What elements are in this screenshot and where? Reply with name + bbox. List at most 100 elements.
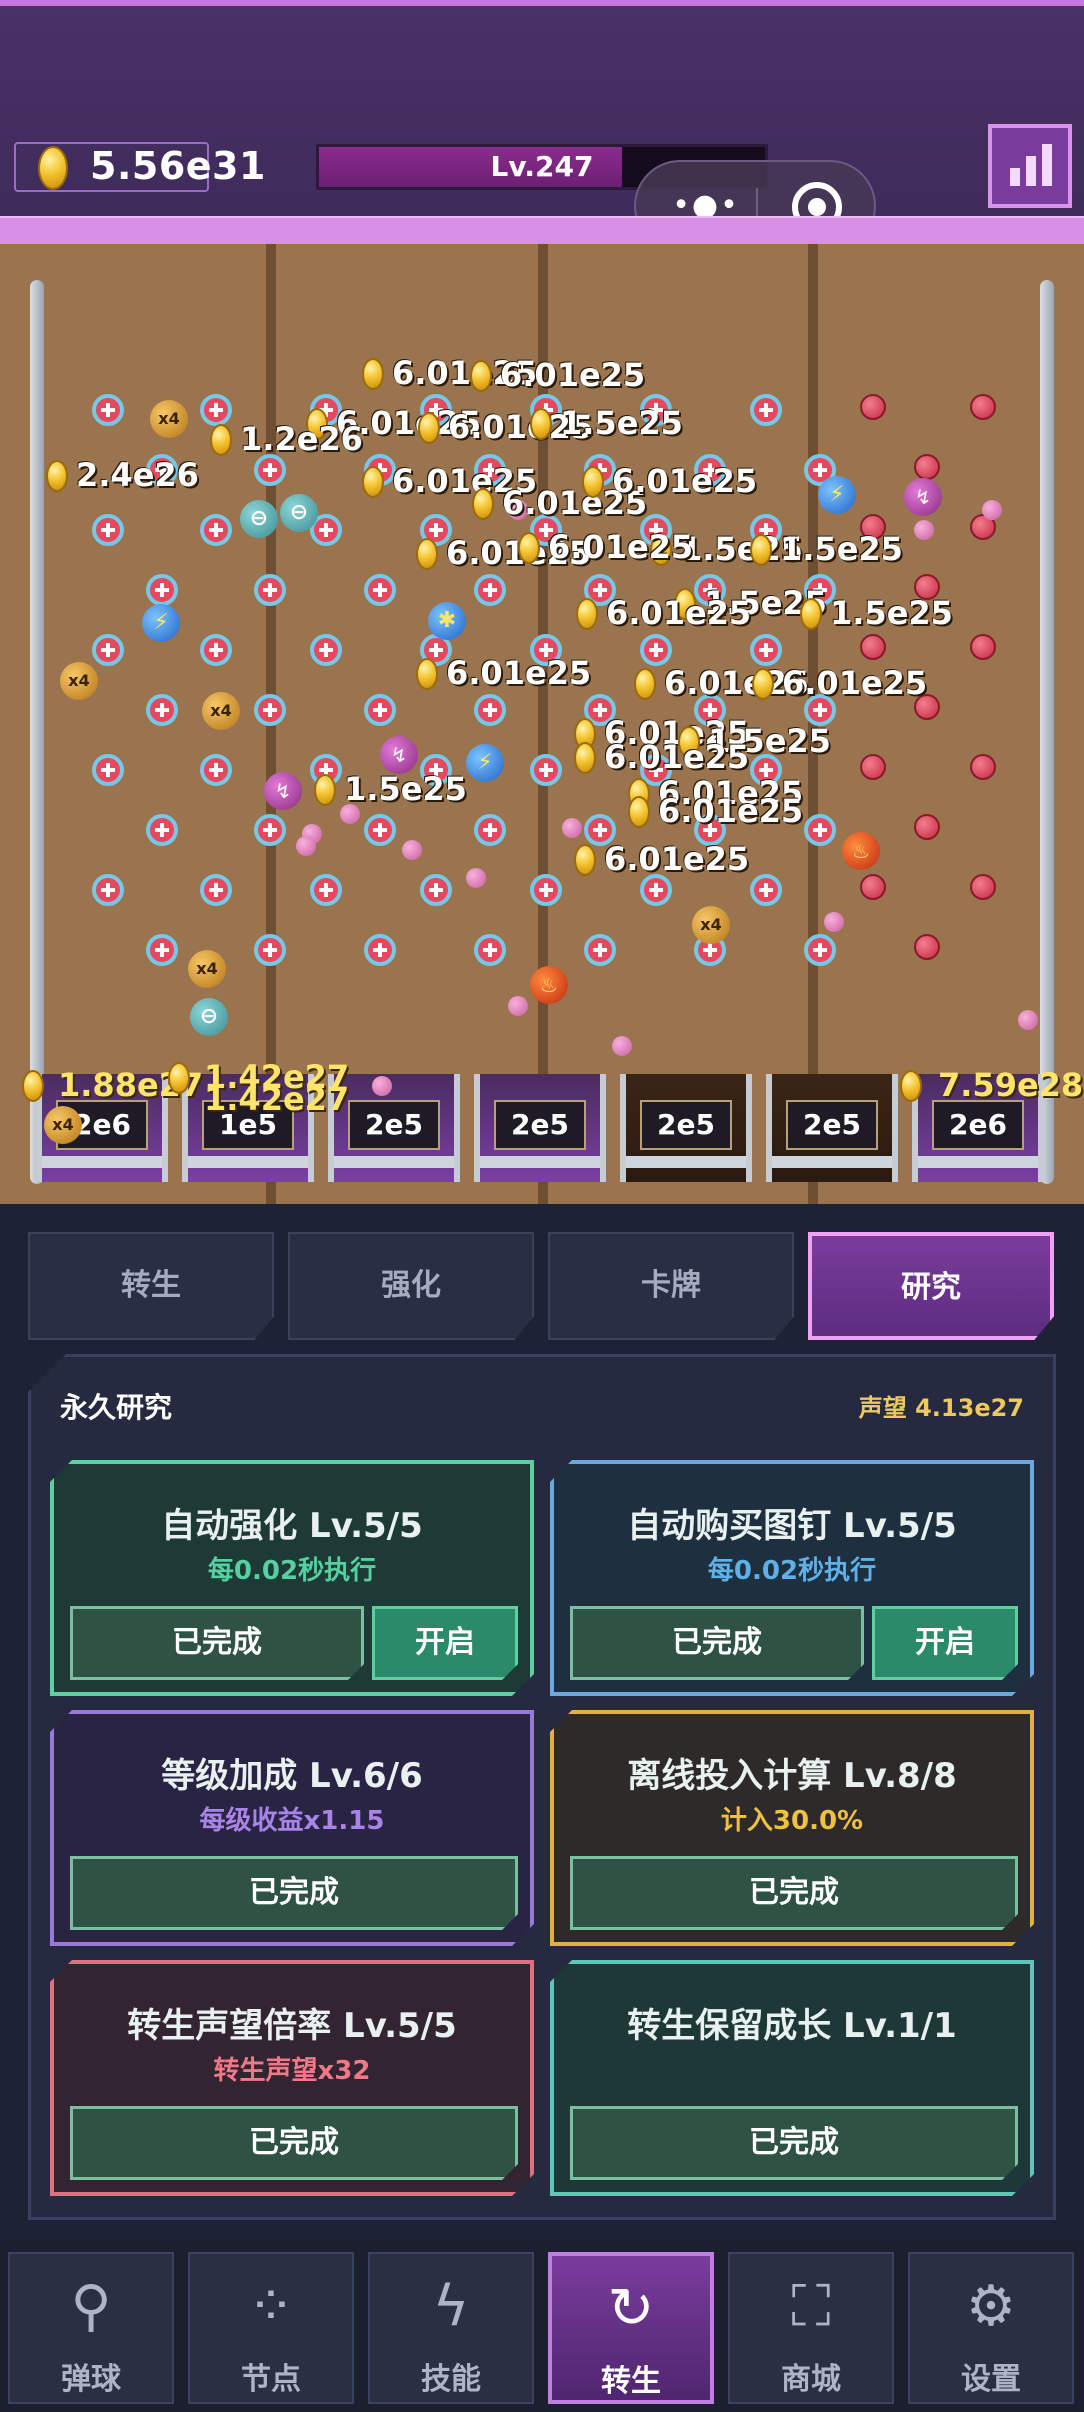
coin-icon <box>210 424 232 456</box>
magic-orb-icon: ↯ <box>904 478 942 516</box>
bucket-label: 2e5 <box>365 1108 423 1141</box>
pinball-ball <box>1018 1010 1038 1030</box>
tab-rebirth[interactable]: 转生 <box>28 1232 274 1340</box>
completed-button[interactable]: 已完成 <box>70 1606 364 1680</box>
bucket-label-box: 2e6 <box>932 1100 1024 1150</box>
card-title: 等级加成 Lv.6/6 <box>161 1756 423 1796</box>
stats-button[interactable] <box>988 124 1072 208</box>
completed-label: 已完成 <box>249 2125 339 2160</box>
coin-icon <box>38 146 68 190</box>
nav-nodes[interactable]: ⁘ 节点 <box>188 2252 354 2404</box>
plus-peg <box>530 874 562 906</box>
completed-button[interactable]: 已完成 <box>70 1856 518 1930</box>
card-title: 离线投入计算 Lv.8/8 <box>627 1756 957 1796</box>
coin-value: 5.56e31 <box>90 144 266 188</box>
x4-multiplier-icon: x4 <box>44 1106 82 1144</box>
coin-icon <box>582 466 604 498</box>
tab-upgrade[interactable]: 强化 <box>288 1232 534 1340</box>
fire-orb-icon: ♨ <box>530 966 568 1004</box>
lightning-orb-icon: ⚡ <box>466 744 504 782</box>
plus-peg <box>750 874 782 906</box>
floating-reward-text: 6.01e25 <box>606 594 752 632</box>
nav-label: 节点 <box>241 2362 301 2397</box>
gear-icon: ⚙ <box>965 2274 1017 2339</box>
fire-orb-icon: ♨ <box>842 832 880 870</box>
red-dot-peg <box>914 454 940 480</box>
panel-title: 永久研究 <box>60 1391 173 1424</box>
enable-label: 开启 <box>915 1625 975 1660</box>
plus-peg <box>254 814 286 846</box>
completed-button[interactable]: 已完成 <box>570 1606 864 1680</box>
coin-icon <box>416 658 438 690</box>
coin-icon <box>628 796 650 828</box>
floating-reward-text: 1.2e26 <box>240 420 363 458</box>
magic-orb-icon: ↯ <box>264 772 302 810</box>
floating-reward-text: 2.4e26 <box>76 456 199 494</box>
plus-peg <box>530 754 562 786</box>
plus-peg <box>254 934 286 966</box>
plus-peg <box>474 934 506 966</box>
x4-multiplier-icon: x4 <box>60 662 98 700</box>
x4-multiplier-icon: x4 <box>150 400 188 438</box>
shop-bag-icon: ⛶ <box>791 2274 831 2339</box>
bucket-label-box: 2e5 <box>494 1100 586 1150</box>
completed-button[interactable]: 已完成 <box>70 2106 518 2180</box>
coin-icon <box>634 668 656 700</box>
nav-skills[interactable]: ϟ 技能 <box>368 2252 534 2404</box>
research-card-prestige-multiplier: 转生声望倍率 Lv.5/5 转生声望x32 已完成 <box>50 1960 534 2196</box>
plus-peg <box>474 694 506 726</box>
completed-label: 已完成 <box>172 1625 262 1660</box>
x4-multiplier-icon: x4 <box>692 906 730 944</box>
plus-peg <box>146 574 178 606</box>
completed-button[interactable]: 已完成 <box>570 2106 1018 2180</box>
x4-multiplier-icon: x4 <box>188 950 226 988</box>
plus-peg <box>364 934 396 966</box>
tab-research[interactable]: 研究 <box>808 1232 1054 1340</box>
coin-icon <box>314 774 336 806</box>
plus-peg <box>92 874 124 906</box>
coin-icon <box>168 1062 190 1094</box>
research-card-offline-calc: 离线投入计算 Lv.8/8 计入30.0% 已完成 <box>550 1710 1034 1946</box>
tab-cards[interactable]: 卡牌 <box>548 1232 794 1340</box>
completed-label: 已完成 <box>672 1625 762 1660</box>
nav-shop[interactable]: ⛶ 商城 <box>728 2252 894 2404</box>
plus-peg <box>92 514 124 546</box>
coin-icon <box>518 532 540 564</box>
pinball-ball <box>402 840 422 860</box>
pinball-ball <box>562 818 582 838</box>
pinball-ball <box>824 912 844 932</box>
pinball-ball <box>508 996 528 1016</box>
floating-reward-text: 6.01e25 <box>548 528 694 566</box>
bar-chart-icon <box>1042 144 1052 186</box>
floating-reward-text: 6.01e25 <box>658 792 804 830</box>
plus-peg <box>92 754 124 786</box>
plus-peg <box>804 814 836 846</box>
bucket-label: 2e5 <box>657 1108 715 1141</box>
plus-peg <box>640 874 672 906</box>
plus-peg <box>200 754 232 786</box>
x4-multiplier-icon: x4 <box>202 692 240 730</box>
enable-button[interactable]: 开启 <box>372 1606 518 1680</box>
card-title: 转生保留成长 Lv.1/1 <box>627 2006 957 2046</box>
lightning-orb-icon: ⚡ <box>818 476 856 514</box>
completed-button[interactable]: 已完成 <box>570 1856 1018 1930</box>
right-rail <box>1040 280 1054 1184</box>
bucket-base <box>42 1156 162 1168</box>
pinball-board[interactable]: 2e6 1e5 2e5 2e5 2e5 2e5 2e6 1.88e27 1.42… <box>0 244 1084 1204</box>
prestige-value: 声望 4.13e27 <box>858 1394 1024 1422</box>
bar-chart-icon <box>1010 168 1020 186</box>
plus-peg <box>254 574 286 606</box>
coin-icon <box>46 460 68 492</box>
red-dot-peg <box>970 874 996 900</box>
nav-rebirth[interactable]: ↻ 转生 <box>548 2252 714 2404</box>
floating-reward-text: 6.01e25 <box>604 840 750 878</box>
bucket-label-box: 2e5 <box>786 1100 878 1150</box>
card-title: 自动强化 Lv.5/5 <box>161 1506 423 1546</box>
left-rail <box>30 280 44 1184</box>
pinball-ball <box>466 868 486 888</box>
card-subtitle: 计入30.0% <box>720 1806 864 1836</box>
plus-peg <box>474 814 506 846</box>
enable-button[interactable]: 开启 <box>872 1606 1018 1680</box>
nav-settings[interactable]: ⚙ 设置 <box>908 2252 1074 2404</box>
nav-pinball[interactable]: ⚲ 弹球 <box>8 2252 174 2404</box>
